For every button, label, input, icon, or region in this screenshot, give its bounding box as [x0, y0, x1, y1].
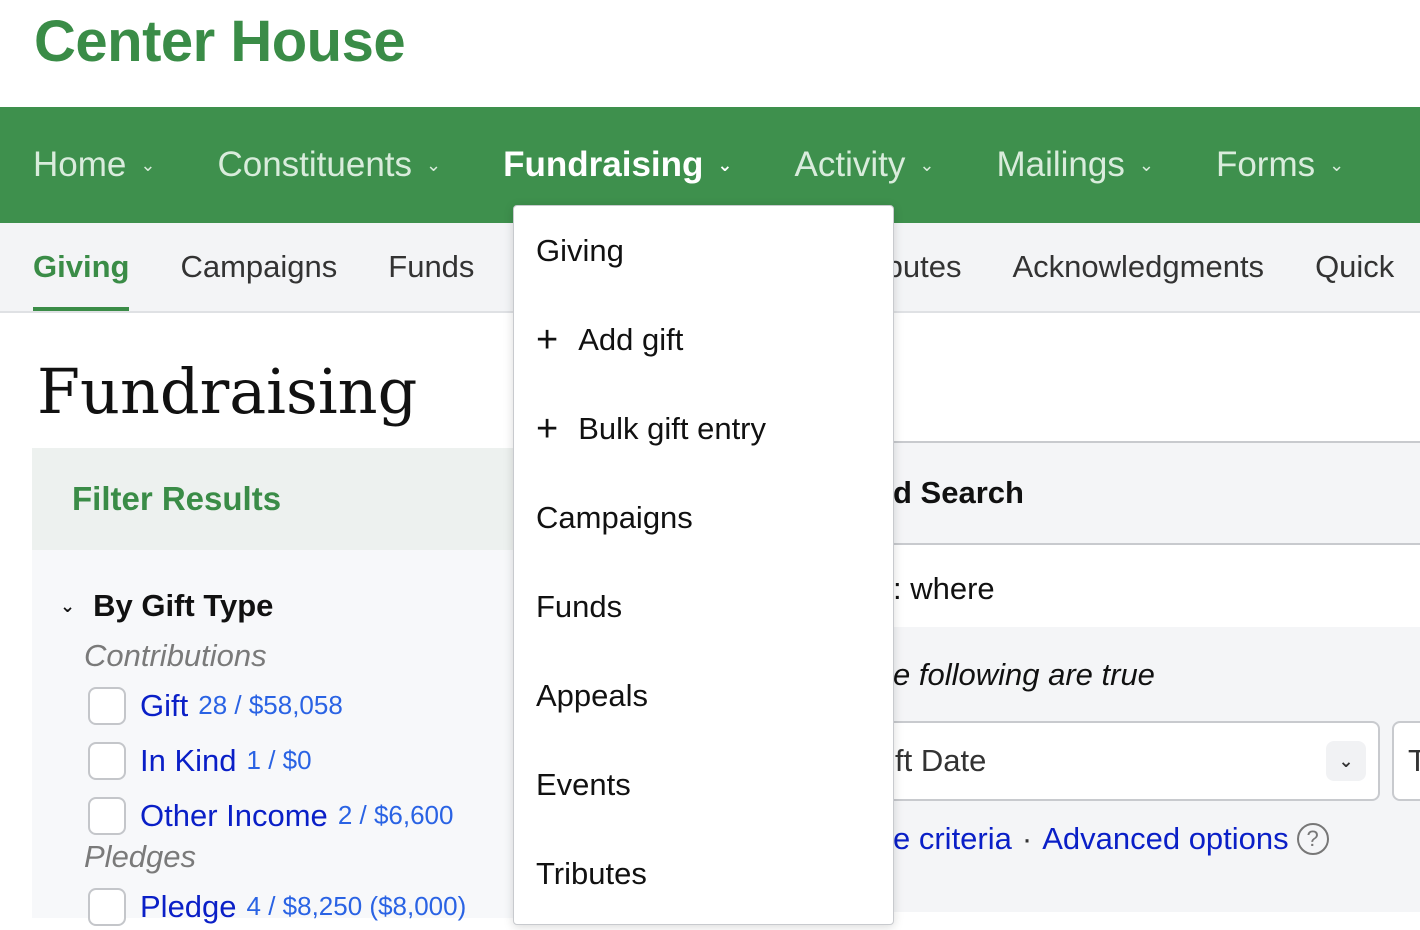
- plus-icon: +: [536, 318, 559, 361]
- chevron-down-icon: ⌄: [1138, 154, 1154, 175]
- search-panel: d Search : where e following are true ft…: [883, 441, 1420, 912]
- menu-item-add-gift[interactable]: + Add gift: [514, 295, 893, 384]
- filter-option-in-kind[interactable]: In Kind 1 / $0: [88, 737, 466, 784]
- menu-label: Campaigns: [536, 499, 693, 535]
- option-label[interactable]: In Kind: [140, 743, 237, 779]
- checkbox[interactable]: [88, 741, 126, 780]
- brand-logo[interactable]: Center House: [34, 8, 406, 75]
- menu-item-giving[interactable]: Giving: [514, 206, 893, 295]
- menu-item-funds[interactable]: Funds: [514, 562, 893, 651]
- checkbox[interactable]: [88, 686, 126, 725]
- group-toggle[interactable]: ⌄ By Gift Type: [60, 588, 466, 624]
- nav-label: Constituents: [217, 145, 413, 184]
- search-title: d Search: [893, 443, 1420, 545]
- option-label[interactable]: Gift: [140, 688, 188, 724]
- chevron-down-icon: ⌄: [60, 595, 76, 616]
- menu-label: Add gift: [578, 321, 684, 357]
- option-count: 2 / $6,600: [337, 800, 454, 830]
- nav-mailings[interactable]: Mailings ⌄: [996, 145, 1153, 185]
- menu-item-bulk-gift-entry[interactable]: + Bulk gift entry: [514, 384, 893, 473]
- menu-item-campaigns[interactable]: Campaigns: [514, 473, 893, 562]
- tab-acknowledgments[interactable]: Acknowledgments: [1012, 223, 1264, 311]
- chevron-down-icon: ⌄: [1329, 154, 1345, 175]
- checkbox[interactable]: [88, 887, 126, 926]
- chevron-down-icon: ⌄: [426, 154, 442, 175]
- menu-label: Giving: [536, 232, 624, 268]
- nav-label: Forms: [1215, 145, 1316, 184]
- tab-funds[interactable]: Funds: [388, 223, 474, 311]
- filter-option-gift[interactable]: Gift 28 / $58,058: [88, 682, 466, 729]
- menu-label: Funds: [536, 588, 623, 624]
- tab-campaigns[interactable]: Campaigns: [180, 223, 337, 311]
- criteria-link[interactable]: e criteria: [893, 821, 1012, 857]
- option-count: 4 / $8,250 ($8,000): [246, 891, 467, 921]
- help-icon[interactable]: ?: [1296, 823, 1329, 855]
- plus-icon: +: [536, 407, 559, 450]
- advanced-options-link[interactable]: Advanced options: [1042, 821, 1288, 857]
- chevron-down-icon: ⌄: [140, 154, 156, 175]
- search-links: e criteria · Advanced options ?: [893, 821, 1329, 857]
- menu-label: Appeals: [536, 677, 649, 713]
- nav-label: Home: [33, 145, 127, 184]
- nav-label: Fundraising: [503, 145, 704, 184]
- option-label[interactable]: Other Income: [140, 798, 328, 834]
- filter-option-pledge[interactable]: Pledge 4 / $8,250 ($8,000): [88, 883, 466, 930]
- filter-option-other-income[interactable]: Other Income 2 / $6,600: [88, 792, 466, 839]
- field-value: ft Date: [895, 743, 987, 778]
- menu-label: Bulk gift entry: [578, 410, 767, 446]
- chevron-down-icon: ⌄: [1326, 741, 1366, 781]
- filter-group: ⌄ By Gift Type Contributions Gift 28 / $58…: [60, 588, 466, 930]
- menu-item-tributes[interactable]: Tributes: [514, 829, 893, 918]
- option-count: 1 / $0: [246, 745, 312, 775]
- search-condition: e following are true: [893, 657, 1155, 692]
- chevron-down-icon: ⌄: [717, 154, 733, 175]
- filter-title: Filter Results: [32, 448, 522, 550]
- option-label[interactable]: Pledge: [140, 889, 237, 925]
- section-label: Pledges: [84, 839, 197, 874]
- tab-quick[interactable]: Quick: [1315, 223, 1394, 311]
- nav-label: Activity: [794, 145, 906, 184]
- nav-constituents[interactable]: Constituents ⌄: [217, 145, 441, 185]
- menu-item-events[interactable]: Events: [514, 740, 893, 829]
- operator-select[interactable]: T: [1392, 721, 1420, 801]
- page-title: Fundraising: [37, 355, 418, 428]
- fundraising-dropdown-menu: Giving + Add gift + Bulk gift entry Campai…: [513, 205, 894, 925]
- search-where: : where: [893, 545, 1420, 627]
- menu-label: Events: [536, 766, 631, 802]
- group-title: By Gift Type: [93, 588, 274, 623]
- menu-item-appeals[interactable]: Appeals: [514, 651, 893, 740]
- menu-label: Tributes: [536, 855, 647, 891]
- nav-forms[interactable]: Forms ⌄: [1216, 145, 1344, 185]
- checkbox[interactable]: [88, 796, 126, 835]
- nav-fundraising[interactable]: Fundraising ⌄: [503, 145, 732, 185]
- nav-label: Mailings: [996, 145, 1125, 184]
- nav-activity[interactable]: Activity ⌄: [795, 145, 935, 185]
- option-count: 28 / $58,058: [198, 690, 343, 720]
- field-select[interactable]: ft Date ⌄: [883, 721, 1380, 801]
- section-label: Contributions: [84, 638, 267, 673]
- separator: ·: [1021, 821, 1033, 856]
- tab-giving[interactable]: Giving: [33, 223, 130, 311]
- nav-home[interactable]: Home ⌄: [33, 145, 155, 185]
- chevron-down-icon: ⌄: [919, 154, 935, 175]
- filter-panel: Filter Results ⌄ By Gift Type Contributio…: [32, 448, 522, 926]
